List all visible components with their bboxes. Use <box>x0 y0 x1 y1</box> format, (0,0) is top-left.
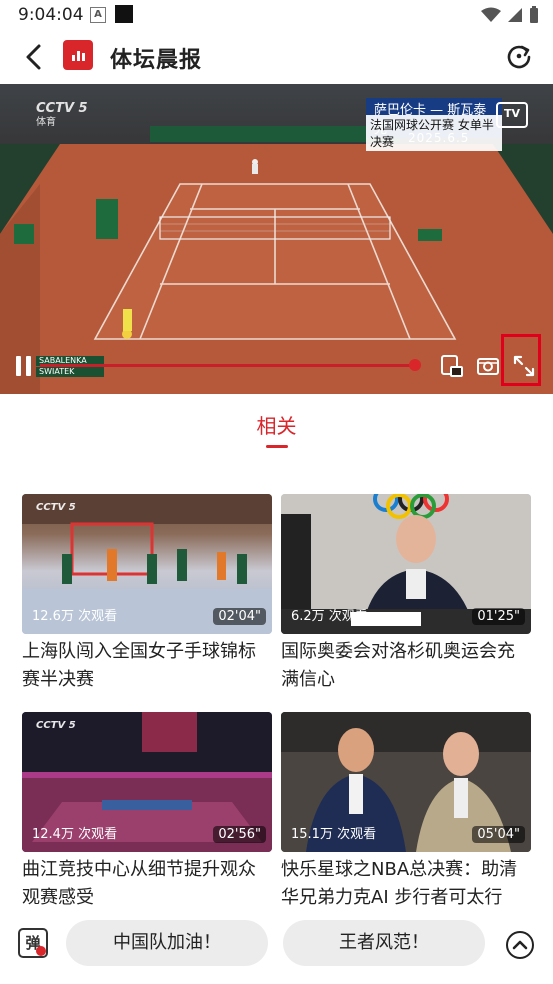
status-time: 9:04:04 <box>18 5 84 25</box>
duration-badge: 02'04" <box>213 608 266 625</box>
status-icons <box>481 6 539 24</box>
danmu-status-dot <box>36 946 46 956</box>
picture-in-picture-icon[interactable] <box>440 354 464 378</box>
video-title[interactable]: 曲江竞技中心从细节提升观众观赛感受 <box>22 856 272 912</box>
back-arrow-icon[interactable] <box>20 42 50 72</box>
quick-comment-chip[interactable]: 王者风范！ <box>283 920 485 966</box>
score-player2: SWIATEK <box>36 367 104 377</box>
quick-comment-chip[interactable]: 中国队加油！ <box>66 920 268 966</box>
cctv-watermark: CCTV 5 体育 <box>36 101 88 129</box>
cctv-watermark: CCTV 5 <box>36 720 76 731</box>
related-label: 相关 <box>256 414 297 438</box>
duration-badge: 05'04" <box>472 826 525 843</box>
scoreboard: SABALENKA SWIATEK <box>36 356 104 378</box>
video-card[interactable]: 6.2万 次观看 01'25" 国际奥委会对洛杉矶奥运会充满信心 <box>281 494 531 694</box>
progress-bar[interactable] <box>40 364 415 367</box>
progress-knob[interactable] <box>409 359 421 371</box>
related-tab[interactable]: 相关 <box>0 410 553 448</box>
share-refresh-icon[interactable] <box>505 42 533 70</box>
video-thumbnail[interactable]: CCTV 5 12.4万 次观看 02'56" <box>22 712 272 852</box>
notification-a-icon: A <box>90 7 106 23</box>
page-title: 体坛晨报 <box>110 48 203 73</box>
video-card[interactable]: 15.1万 次观看 05'04" 快乐星球之NBA总决赛：助清华兄弟力克AI 步… <box>281 712 531 912</box>
video-title[interactable]: 上海队闯入全国女子手球锦标赛半决赛 <box>22 638 272 694</box>
duration-badge: 02'56" <box>213 826 266 843</box>
event-date: 2025.6.5 <box>408 131 470 145</box>
related-underline <box>265 445 288 448</box>
screenshot-camera-icon[interactable] <box>476 354 500 378</box>
cctv-watermark: CCTV 5 <box>36 502 76 513</box>
battery-icon <box>530 6 538 23</box>
wifi-icon <box>481 7 501 22</box>
video-thumbnail[interactable]: CCTV 5 12.6万 次观看 02'04" <box>22 494 272 634</box>
fullscreen-icon[interactable] <box>512 354 536 378</box>
app-bar: 体坛晨报 <box>0 30 553 84</box>
view-count: 15.1万 次观看 <box>291 827 377 842</box>
tv-cast-button[interactable]: TV <box>496 102 528 128</box>
duration-badge: 01'25" <box>472 608 525 625</box>
channel-logo <box>63 40 93 70</box>
notification-square-icon <box>115 5 133 23</box>
signal-icon <box>508 8 522 22</box>
pause-icon[interactable] <box>14 356 34 376</box>
view-count: 6.2万 次观看 <box>291 609 368 624</box>
video-player[interactable]: CCTV 5体育 萨巴伦卡 — 斯瓦泰克 法国网球公开赛 女单半决赛 2025.… <box>0 84 553 394</box>
video-card[interactable]: CCTV 5 12.6万 次观看 02'04" 上海队闯入全国女子手球锦标赛半决… <box>22 494 272 694</box>
view-count: 12.6万 次观看 <box>32 609 118 624</box>
video-thumbnail[interactable]: 15.1万 次观看 05'04" <box>281 712 531 852</box>
video-thumbnail[interactable]: 6.2万 次观看 01'25" <box>281 494 531 634</box>
video-title[interactable]: 国际奥委会对洛杉矶奥运会充满信心 <box>281 638 531 694</box>
bottom-bar: 弹 中国队加油！ 王者风范！ <box>0 916 553 976</box>
scroll-top-button[interactable] <box>506 931 534 959</box>
video-title[interactable]: 快乐星球之NBA总决赛：助清华兄弟力克AI 步行者可太行 <box>281 856 531 912</box>
video-card[interactable]: CCTV 5 12.4万 次观看 02'56" 曲江竞技中心从细节提升观众观赛感… <box>22 712 272 912</box>
status-bar: 9:04:04 A <box>0 0 553 30</box>
chevron-up-icon <box>512 940 528 950</box>
view-count: 12.4万 次观看 <box>32 827 118 842</box>
